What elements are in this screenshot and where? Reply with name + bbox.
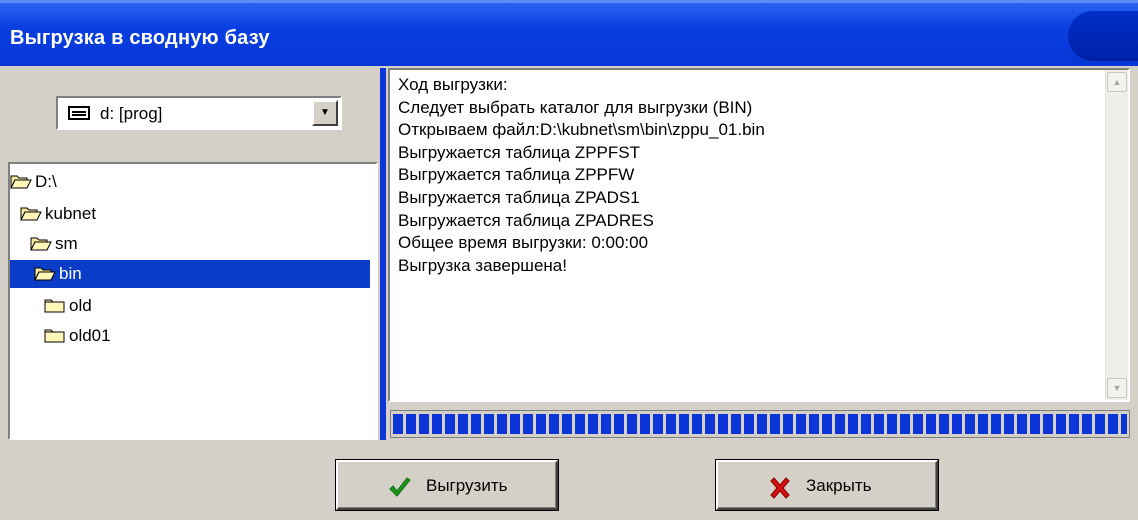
log-lines: Ход выгрузки: Следует выбрать каталог для… — [398, 74, 1098, 277]
tree-item-label: D:\ — [35, 172, 57, 191]
close-button[interactable]: Закрыть — [716, 460, 938, 510]
export-button[interactable]: Выгрузить — [336, 460, 558, 510]
tree-item-d[interactable]: D:\ — [10, 168, 57, 196]
log-line: Следует выбрать каталог для выгрузки (BI… — [398, 97, 753, 117]
left-panel: d: [prog] ▼ D:\ kubnet sm bin old old01 — [8, 68, 378, 440]
window-title: Выгрузка в сводную базу — [10, 27, 270, 49]
folder-open-icon — [20, 204, 45, 223]
tree-item-label: old01 — [69, 326, 111, 345]
tree-item-sm[interactable]: sm — [30, 230, 78, 258]
log-line: Выгружается таблица ZPADS1 — [398, 187, 640, 207]
log-scrollbar[interactable]: ▲ ▼ — [1105, 70, 1128, 400]
progress-bar-fill — [393, 414, 1127, 434]
red-x-icon — [770, 477, 790, 499]
folder-open-icon — [34, 264, 59, 283]
folder-open-icon — [10, 172, 35, 191]
title-bar-corner-decoration — [1068, 11, 1138, 61]
tree-item-label: old — [69, 296, 92, 315]
tree-item-old01[interactable]: old01 — [44, 322, 111, 350]
log-line: Ход выгрузки: — [398, 75, 508, 94]
folder-open-icon — [30, 234, 55, 253]
title-bar[interactable]: Выгрузка в сводную базу — [0, 0, 1138, 66]
progress-bar — [390, 410, 1130, 438]
folder-icon — [44, 326, 69, 345]
drive-select-value: d: [prog] — [100, 104, 163, 123]
tree-item-label: sm — [55, 234, 78, 253]
scroll-up-button[interactable]: ▲ — [1107, 72, 1127, 92]
log-line: Выгружается таблица ZPPFST — [398, 142, 640, 162]
log-line: Открываем файл:D:\kubnet\sm\bin\zppu_01.… — [398, 120, 765, 140]
log-output[interactable]: Ход выгрузки: Следует выбрать каталог для… — [388, 68, 1130, 402]
scroll-down-button[interactable]: ▼ — [1107, 378, 1127, 398]
drive-icon — [68, 106, 90, 120]
close-button-label: Закрыть — [806, 476, 872, 495]
tree-item-bin[interactable]: bin — [10, 260, 370, 288]
export-dialog: Выгрузка в сводную базу d: [prog] ▼ D:\ k… — [0, 0, 1138, 520]
panel-splitter[interactable] — [380, 68, 386, 440]
folder-tree[interactable]: D:\ kubnet sm bin old old01 — [8, 162, 378, 440]
log-line: Общее время выгрузки: 0:00:00 — [398, 233, 649, 253]
tree-item-kubnet[interactable]: kubnet — [20, 200, 96, 228]
dropdown-arrow-button[interactable]: ▼ — [312, 100, 338, 126]
folder-icon — [44, 296, 69, 315]
export-button-label: Выгрузить — [426, 476, 508, 495]
log-line: Выгрузка завершена! — [398, 255, 567, 275]
log-line: Выгружается таблица ZPPFW — [398, 165, 635, 185]
tree-item-label: bin — [59, 264, 82, 283]
tree-item-old[interactable]: old — [44, 292, 92, 320]
log-line: Выгружается таблица ZPADRES — [398, 210, 654, 230]
tree-item-label: kubnet — [45, 204, 97, 223]
drive-select[interactable]: d: [prog] ▼ — [56, 96, 342, 130]
checkmark-icon — [389, 477, 411, 497]
